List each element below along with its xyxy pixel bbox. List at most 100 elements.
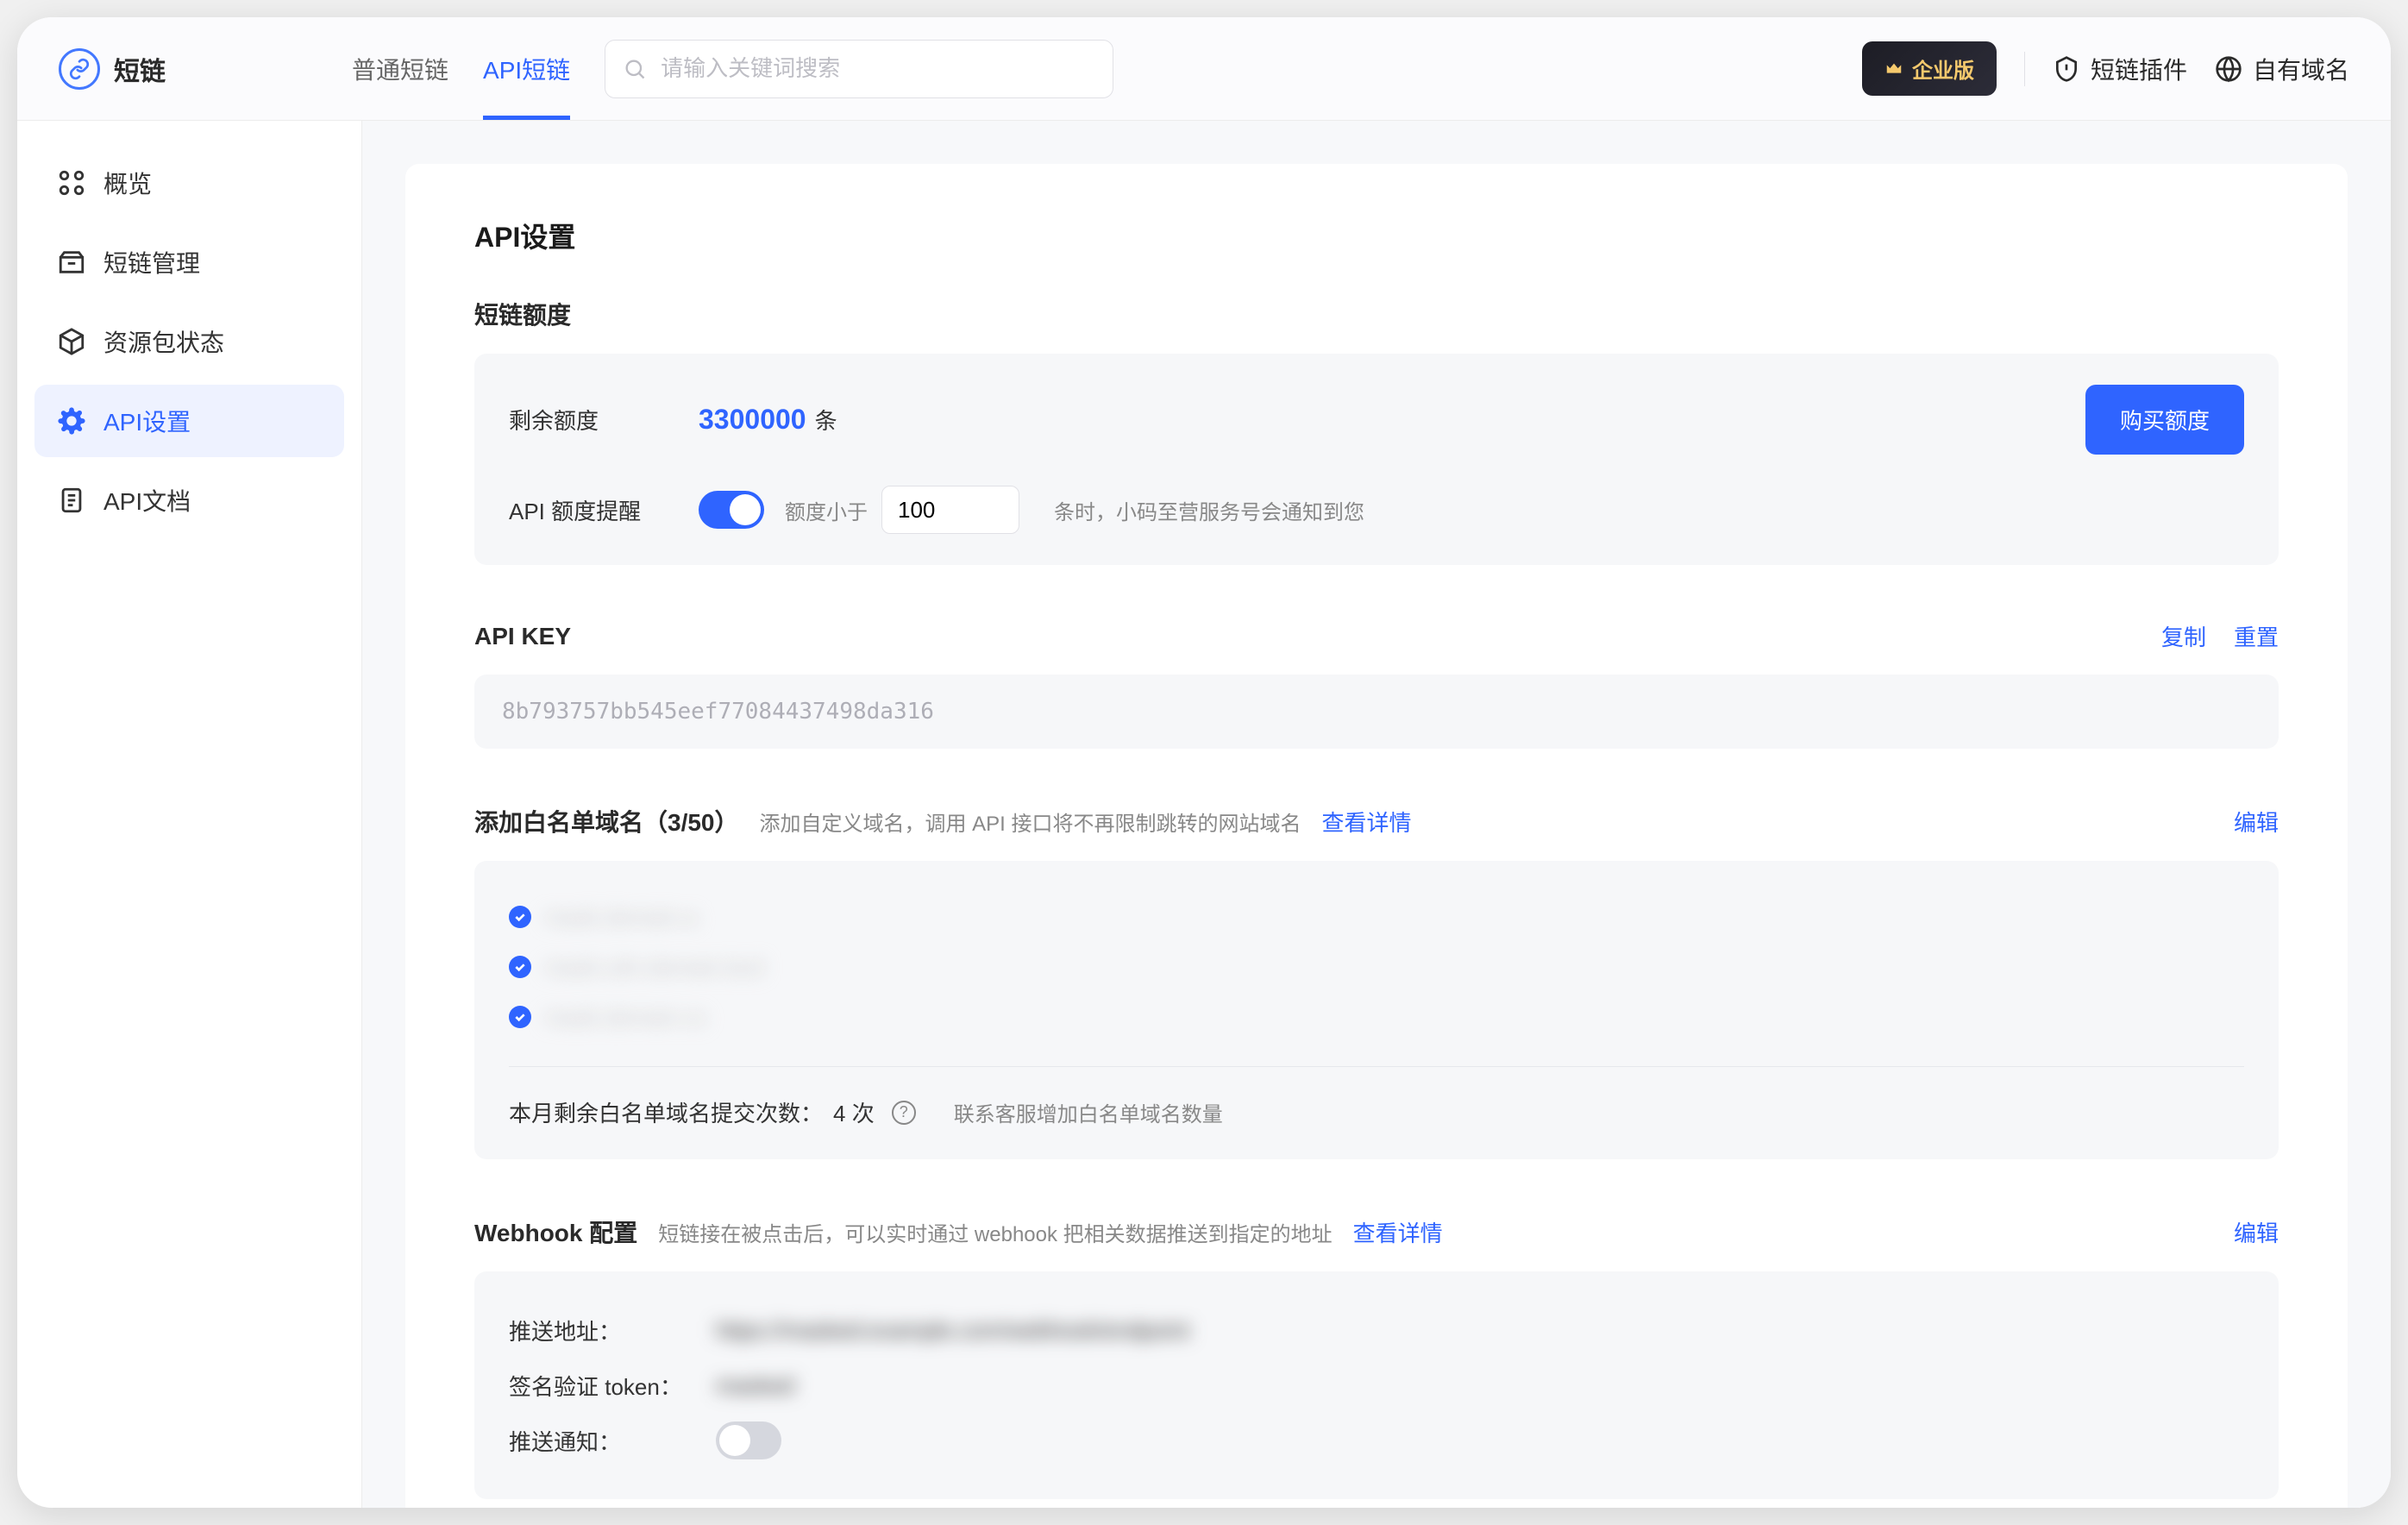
whitelist-details-link[interactable]: 查看详情 xyxy=(1322,806,1412,838)
quota-title: 短链额度 xyxy=(474,297,2279,331)
whitelist-domain: mask.cdn.domain.bcd xyxy=(545,954,763,981)
search-icon xyxy=(623,57,647,81)
globe-icon xyxy=(2215,55,2242,83)
check-icon xyxy=(509,956,531,978)
quota-remain-label: 剩余额度 xyxy=(509,404,699,436)
sidebar-item-label: API设置 xyxy=(103,404,191,438)
whitelist-section: 添加白名单域名（3/50） 添加自定义域名，调用 API 接口将不再限制跳转的网… xyxy=(474,804,2279,1159)
crown-icon xyxy=(1884,60,1903,78)
check-icon xyxy=(509,906,531,928)
quota-remain-unit: 条 xyxy=(815,404,837,436)
quota-alert-label: API 额度提醒 xyxy=(509,494,699,526)
sidebar-api-settings[interactable]: API设置 xyxy=(34,385,344,457)
whitelist-card: mask.domain.a mask.cdn.domain.bcd mask.d… xyxy=(474,861,2279,1159)
reset-apikey-link[interactable]: 重置 xyxy=(2234,620,2279,652)
alert-lessthan-text: 额度小于 xyxy=(785,495,868,525)
sidebar-item-label: 概览 xyxy=(103,166,152,200)
app-window: 短链 普通短链 API短链 企业版 短链插件 自有域名 xyxy=(17,17,2391,1508)
webhook-notify-label: 推送通知： xyxy=(509,1425,716,1457)
webhook-token-label: 签名验证 token： xyxy=(509,1370,716,1402)
webhook-token-row: 签名验证 token： masked xyxy=(509,1358,2244,1413)
topbar: 短链 普通短链 API短链 企业版 短链插件 自有域名 xyxy=(17,17,2391,121)
plugin-link[interactable]: 短链插件 xyxy=(2053,52,2187,86)
page-title: API设置 xyxy=(474,216,2279,255)
domain-link-label: 自有域名 xyxy=(2253,52,2349,86)
plugin-icon xyxy=(2053,55,2080,83)
alert-toggle[interactable] xyxy=(699,491,764,529)
whitelist-actions: 编辑 xyxy=(2234,806,2279,838)
settings-panel: API设置 短链额度 剩余额度 3300000 条 购买额度 API 额度提醒 xyxy=(405,164,2348,1508)
quota-card: 剩余额度 3300000 条 购买额度 API 额度提醒 额度小于 条时，小码至… xyxy=(474,354,2279,565)
quota-section: 短链额度 剩余额度 3300000 条 购买额度 API 额度提醒 额度小于 xyxy=(474,297,2279,565)
check-icon xyxy=(509,1006,531,1028)
notify-toggle[interactable] xyxy=(716,1421,781,1459)
webhook-desc: 短链接在被点击后，可以实时通过 webhook 把相关数据推送到指定的地址 xyxy=(658,1217,1332,1247)
whitelist-domain: mask.domain.cc xyxy=(545,1004,707,1031)
help-icon[interactable]: ? xyxy=(892,1101,916,1125)
tab-normal-shortlink[interactable]: 普通短链 xyxy=(352,17,448,120)
whitelist-foot-prefix: 本月剩余白名单域名提交次数： xyxy=(509,1096,823,1128)
whitelist-domain: mask.domain.a xyxy=(545,904,697,931)
whitelist-header: 添加白名单域名（3/50） 添加自定义域名，调用 API 接口将不再限制跳转的网… xyxy=(474,804,2279,838)
whitelist-contact: 联系客服增加白名单域名数量 xyxy=(954,1097,1223,1127)
webhook-push-value: https://masked.example.com/webhook/endpo… xyxy=(716,1317,1189,1344)
brand-name: 短链 xyxy=(114,50,166,88)
apikey-header: API KEY 复制 重置 xyxy=(474,620,2279,652)
quota-remain-value: 3300000 xyxy=(699,404,806,436)
sidebar-overview[interactable]: 概览 xyxy=(34,147,344,219)
sidebar-item-label: 短链管理 xyxy=(103,245,200,279)
content-area: API设置 短链额度 剩余额度 3300000 条 购买额度 API 额度提醒 xyxy=(362,121,2391,1508)
whitelist-footer: 本月剩余白名单域名提交次数： 4 次 ? 联系客服增加白名单域名数量 xyxy=(509,1066,2244,1128)
whitelist-desc: 添加自定义域名，调用 API 接口将不再限制跳转的网站域名 xyxy=(760,806,1301,837)
plugin-link-label: 短链插件 xyxy=(2091,52,2187,86)
topbar-divider xyxy=(2024,52,2025,86)
whitelist-title: 添加白名单域名（3/50） xyxy=(474,804,739,838)
alert-threshold-input[interactable] xyxy=(881,486,1019,534)
doc-icon xyxy=(57,486,86,515)
inbox-icon xyxy=(57,248,86,277)
brand: 短链 xyxy=(59,48,352,90)
webhook-title: Webhook 配置 xyxy=(474,1214,637,1249)
webhook-notify-row: 推送通知： xyxy=(509,1413,2244,1468)
tab-api-shortlink[interactable]: API短链 xyxy=(483,17,570,120)
webhook-edit-link[interactable]: 编辑 xyxy=(2234,1216,2279,1248)
search-input[interactable] xyxy=(661,55,1095,82)
webhook-actions: 编辑 xyxy=(2234,1216,2279,1248)
webhook-header: Webhook 配置 短链接在被点击后，可以实时通过 webhook 把相关数据… xyxy=(474,1214,2279,1249)
webhook-details-link[interactable]: 查看详情 xyxy=(1353,1216,1443,1248)
whitelist-foot-count: 4 次 xyxy=(833,1096,875,1128)
domain-link[interactable]: 自有域名 xyxy=(2215,52,2349,86)
sidebar-item-label: API文档 xyxy=(103,483,191,518)
whitelist-item: mask.domain.cc xyxy=(509,992,2244,1042)
whitelist-item: mask.domain.a xyxy=(509,892,2244,942)
apikey-section: API KEY 复制 重置 8b793757bb545eef7708443749… xyxy=(474,620,2279,749)
apikey-title: API KEY xyxy=(474,623,571,650)
app-body: 概览 短链管理 资源包状态 API设置 API文档 API设置 xyxy=(17,121,2391,1508)
webhook-section: Webhook 配置 短链接在被点击后，可以实时通过 webhook 把相关数据… xyxy=(474,1214,2279,1499)
search-wrapper[interactable] xyxy=(605,40,1113,98)
quota-alert-row: API 额度提醒 额度小于 条时，小码至营服务号会通知到您 xyxy=(509,486,2244,534)
gear-icon xyxy=(57,406,86,436)
sidebar-shortlink-manage[interactable]: 短链管理 xyxy=(34,226,344,298)
sidebar-api-docs[interactable]: API文档 xyxy=(34,464,344,537)
apikey-value: 8b793757bb545eef77084437498da316 xyxy=(474,675,2279,749)
pro-label: 企业版 xyxy=(1912,53,1974,84)
sidebar-resource-status[interactable]: 资源包状态 xyxy=(34,305,344,378)
whitelist-edit-link[interactable]: 编辑 xyxy=(2234,806,2279,838)
webhook-card: 推送地址： https://masked.example.com/webhook… xyxy=(474,1271,2279,1499)
pro-badge[interactable]: 企业版 xyxy=(1862,41,1997,96)
apikey-actions: 复制 重置 xyxy=(2161,620,2279,652)
cube-icon xyxy=(57,327,86,356)
webhook-push-label: 推送地址： xyxy=(509,1315,716,1346)
topbar-right: 企业版 短链插件 自有域名 xyxy=(1862,41,2349,96)
grid-icon xyxy=(57,168,86,198)
buy-quota-button[interactable]: 购买额度 xyxy=(2085,385,2244,455)
copy-apikey-link[interactable]: 复制 xyxy=(2161,620,2206,652)
brand-logo-icon xyxy=(59,48,100,90)
quota-remain-row: 剩余额度 3300000 条 购买额度 xyxy=(509,385,2244,455)
whitelist-item: mask.cdn.domain.bcd xyxy=(509,942,2244,992)
top-tabs: 普通短链 API短链 xyxy=(352,17,570,120)
webhook-push-row: 推送地址： https://masked.example.com/webhook… xyxy=(509,1302,2244,1358)
alert-suffix-text: 条时，小码至营服务号会通知到您 xyxy=(1054,495,1364,525)
webhook-token-value: masked xyxy=(716,1372,794,1399)
